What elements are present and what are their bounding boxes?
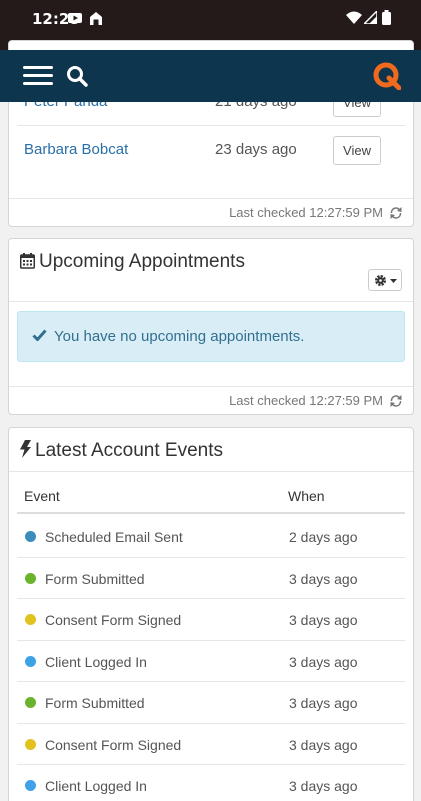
table-row: Consent Form Signed 3 days ago bbox=[17, 724, 405, 765]
gear-icon bbox=[375, 275, 386, 286]
event-when: 3 days ago bbox=[289, 778, 358, 794]
event-name: Consent Form Signed bbox=[45, 736, 182, 753]
event-status-dot bbox=[25, 655, 36, 667]
event-name: Scheduled Email Sent bbox=[45, 529, 183, 545]
event-status-dot bbox=[25, 738, 36, 750]
event-name: Form Submitted bbox=[45, 570, 145, 587]
event-status-dot bbox=[25, 697, 36, 708]
menu-icon[interactable] bbox=[23, 66, 53, 88]
table-row: Scheduled Email Sent 2 days ago bbox=[17, 516, 405, 558]
panel-title: Upcoming Appointments bbox=[20, 251, 245, 273]
event-status-dot bbox=[25, 780, 36, 791]
appointments-panel: Upcoming Appointments You have no upcomi… bbox=[8, 238, 414, 415]
top-navbar bbox=[0, 50, 421, 102]
search-icon[interactable] bbox=[66, 65, 88, 87]
event-status-dot bbox=[25, 531, 36, 542]
event-when: 3 days ago bbox=[289, 736, 358, 753]
event-when: 3 days ago bbox=[289, 653, 358, 670]
divider bbox=[9, 471, 413, 472]
appointments-title: Upcoming Appointments bbox=[39, 251, 245, 272]
client-name-link[interactable]: Barbara Bobcat bbox=[24, 141, 128, 158]
youtube-icon bbox=[68, 13, 82, 23]
last-checked-text: Last checked 12:27:59 PM bbox=[229, 393, 383, 408]
refresh-icon[interactable] bbox=[389, 394, 403, 408]
event-name: Consent Form Signed bbox=[45, 612, 182, 628]
battery-icon bbox=[382, 10, 391, 25]
column-header-event: Event bbox=[24, 488, 60, 504]
wifi-icon bbox=[346, 11, 362, 24]
last-checked-text: Last checked 12:27:59 PM bbox=[229, 205, 383, 220]
table-row: Form Submitted 3 days ago bbox=[17, 682, 405, 724]
calendar-icon bbox=[20, 253, 35, 269]
event-when: 3 days ago bbox=[289, 695, 358, 711]
view-client-button[interactable]: View bbox=[333, 136, 381, 165]
event-status-dot bbox=[25, 572, 36, 584]
alert-text: You have no upcoming appointments. bbox=[54, 328, 305, 345]
event-status-dot bbox=[25, 614, 36, 625]
signal-icon bbox=[364, 11, 377, 24]
table-row: Form Submitted 3 days ago bbox=[17, 558, 405, 599]
event-when: 3 days ago bbox=[289, 570, 358, 587]
account-events-panel: Latest Account Events Event When Schedul… bbox=[8, 427, 414, 801]
table-row: Client Logged In 3 days ago bbox=[17, 765, 405, 801]
panel-footer: Last checked 12:27:59 PM bbox=[9, 198, 413, 226]
event-name: Client Logged In bbox=[45, 778, 147, 794]
event-name: Client Logged In bbox=[45, 653, 147, 670]
table-row: Client Logged In 3 days ago bbox=[17, 641, 405, 682]
appointments-settings-button[interactable] bbox=[368, 269, 402, 291]
brand-logo[interactable] bbox=[373, 62, 401, 90]
table-row: Barbara Bobcat 23 days ago View bbox=[17, 126, 405, 174]
panel-title: Latest Account Events bbox=[20, 440, 223, 462]
events-table-header: Event When bbox=[17, 480, 405, 514]
refresh-icon[interactable] bbox=[389, 206, 403, 220]
no-appointments-alert: You have no upcoming appointments. bbox=[17, 311, 405, 362]
event-when: 2 days ago bbox=[289, 529, 358, 545]
column-header-when: When bbox=[288, 488, 325, 504]
check-icon bbox=[32, 329, 47, 341]
divider bbox=[9, 301, 413, 302]
panel-footer: Last checked 12:27:59 PM bbox=[9, 386, 413, 414]
event-when: 3 days ago bbox=[289, 612, 358, 628]
caret-down-icon bbox=[390, 279, 397, 283]
bolt-icon bbox=[20, 440, 31, 458]
client-last-seen: 23 days ago bbox=[215, 141, 297, 158]
table-row: Consent Form Signed 3 days ago bbox=[17, 599, 405, 641]
home-icon bbox=[90, 12, 102, 25]
events-title: Latest Account Events bbox=[35, 440, 224, 461]
event-name: Form Submitted bbox=[45, 695, 145, 711]
